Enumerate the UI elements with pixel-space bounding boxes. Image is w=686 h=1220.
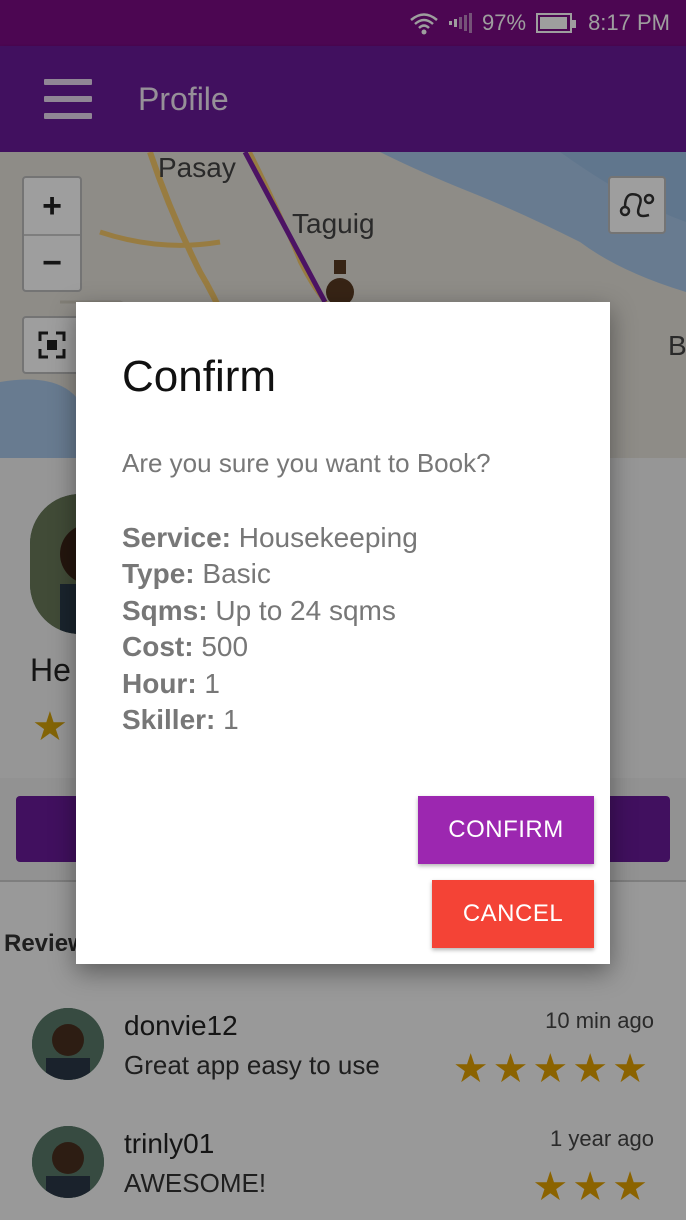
- detail-type: Type: Basic: [122, 558, 271, 590]
- detail-service: Service: Housekeeping: [122, 522, 418, 553]
- dialog-title: Confirm: [122, 352, 277, 401]
- confirm-dialog: Confirm Are you sure you want to Book? S…: [76, 302, 610, 964]
- dialog-message: Are you sure you want to Book?: [122, 448, 491, 478]
- cancel-button[interactable]: CANCEL: [432, 880, 594, 948]
- detail-cost: Cost: 500: [122, 631, 249, 663]
- detail-hour: Hour: 1: [122, 667, 221, 699]
- detail-skiller: Skiller: 1: [122, 704, 239, 736]
- booking-details: Service: Housekeeping Type: Basic Sqms: …: [122, 520, 418, 738]
- detail-sqms: Sqms: Up to 24 sqms: [122, 594, 396, 626]
- confirm-button[interactable]: CONFIRM: [418, 796, 594, 864]
